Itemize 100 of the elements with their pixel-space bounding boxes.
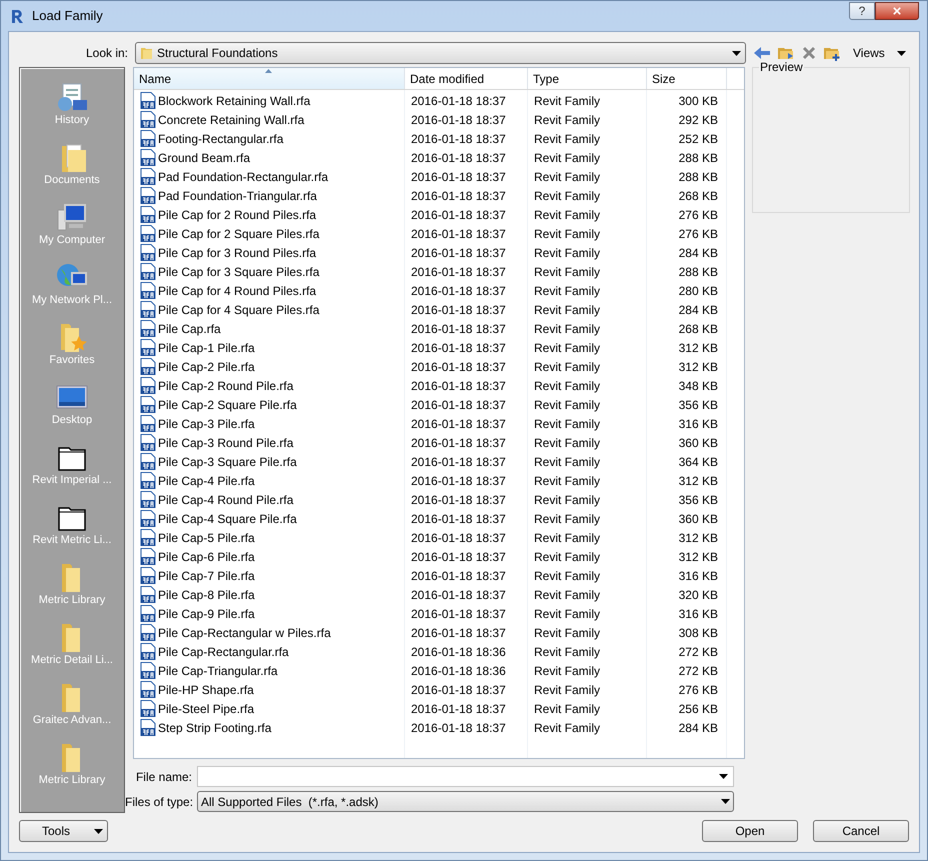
file-name-cell[interactable]: Pile Cap-1 Pile.rfa bbox=[158, 338, 255, 356]
files-of-type-dropdown[interactable]: All Supported Files (*.rfa, *.adsk) bbox=[197, 791, 734, 812]
date-cell: 2016-01-18 18:37 bbox=[411, 246, 506, 260]
type-cell: Revit Family bbox=[534, 170, 600, 184]
file-name-cell[interactable]: Footing-Rectangular.rfa bbox=[158, 130, 284, 148]
type-cell: Revit Family bbox=[534, 474, 600, 488]
file-name-cell[interactable]: Pile Cap-Triangular.rfa bbox=[158, 662, 278, 680]
file-name-cell[interactable]: Pile Cap for 2 Square Piles.rfa bbox=[158, 224, 320, 242]
date-cell: 2016-01-18 18:37 bbox=[411, 284, 506, 298]
column-header[interactable]: Name bbox=[134, 68, 405, 89]
type-cell: Revit Family bbox=[534, 302, 600, 316]
date-cell: 2016-01-18 18:37 bbox=[411, 264, 506, 278]
size-cell: 316 KB bbox=[678, 606, 718, 620]
file-name-cell[interactable]: Pile Cap for 4 Round Piles.rfa bbox=[158, 282, 316, 300]
file-name-cell[interactable]: Pad Foundation-Triangular.rfa bbox=[158, 186, 317, 204]
delete-icon bbox=[801, 45, 817, 61]
caret-icon bbox=[896, 50, 906, 56]
files-of-type-label: Files of type: bbox=[125, 794, 194, 810]
type-cell: Revit Family bbox=[534, 340, 600, 354]
file-name-cell[interactable]: Concrete Retaining Wall.rfa bbox=[158, 110, 304, 128]
file-name-cell[interactable]: Pile Cap for 2 Round Piles.rfa bbox=[158, 206, 316, 224]
file-name-cell[interactable]: Pile Cap-3 Square Pile.rfa bbox=[158, 452, 297, 470]
rfa-file-icon bbox=[140, 681, 156, 698]
date-cell: 2016-01-18 18:37 bbox=[411, 682, 506, 696]
file-name-cell[interactable]: Pile Cap-2 Round Pile.rfa bbox=[158, 376, 294, 394]
date-cell: 2016-01-18 18:37 bbox=[411, 188, 506, 202]
file-name-cell[interactable]: Pile Cap-8 Pile.rfa bbox=[158, 586, 255, 604]
date-cell: 2016-01-18 18:37 bbox=[411, 550, 506, 564]
type-cell: Revit Family bbox=[534, 720, 600, 734]
file-name-cell[interactable]: Step Strip Footing.rfa bbox=[158, 718, 272, 736]
rfa-file-icon bbox=[140, 453, 156, 470]
file-name-cell[interactable]: Pile Cap-2 Pile.rfa bbox=[158, 358, 255, 376]
type-cell: Revit Family bbox=[534, 550, 600, 564]
type-cell: Revit Family bbox=[534, 664, 600, 678]
file-name-cell[interactable]: Pad Foundation-Rectangular.rfa bbox=[158, 168, 328, 186]
type-cell: Revit Family bbox=[534, 188, 600, 202]
date-cell: 2016-01-18 18:37 bbox=[411, 606, 506, 620]
file-name-cell[interactable]: Blockwork Retaining Wall.rfa bbox=[158, 92, 310, 110]
date-cell: 2016-01-18 18:37 bbox=[411, 322, 506, 336]
rfa-file-icon bbox=[140, 586, 156, 603]
size-cell: 272 KB bbox=[678, 664, 718, 678]
file-name-cell[interactable]: Pile Cap-2 Square Pile.rfa bbox=[158, 396, 297, 414]
date-cell: 2016-01-18 18:37 bbox=[411, 226, 506, 240]
date-cell: 2016-01-18 18:36 bbox=[411, 644, 506, 658]
file-name-cell[interactable]: Pile-HP Shape.rfa bbox=[158, 680, 254, 698]
file-name-cell[interactable]: Pile Cap-4 Square Pile.rfa bbox=[158, 510, 297, 528]
size-cell: 288 KB bbox=[678, 150, 718, 164]
look-in-dropdown[interactable]: Structural Foundations bbox=[135, 42, 746, 64]
file-name-field[interactable] bbox=[197, 766, 734, 787]
rfa-file-icon bbox=[140, 187, 156, 204]
size-cell: 312 KB bbox=[678, 360, 718, 374]
file-name-cell[interactable]: Pile Cap-3 Pile.rfa bbox=[158, 414, 255, 432]
file-name-cell[interactable]: Pile-Steel Pipe.rfa bbox=[158, 700, 254, 718]
file-name-cell[interactable]: Pile Cap-Rectangular.rfa bbox=[158, 642, 289, 660]
type-cell: Revit Family bbox=[534, 226, 600, 240]
open-button[interactable]: Open bbox=[702, 820, 798, 842]
date-cell: 2016-01-18 18:37 bbox=[411, 398, 506, 412]
date-cell: 2016-01-18 18:37 bbox=[411, 170, 506, 184]
rfa-file-icon bbox=[140, 491, 156, 508]
caret-icon bbox=[721, 799, 730, 804]
file-name-cell[interactable]: Pile Cap for 3 Square Piles.rfa bbox=[158, 262, 320, 280]
rfa-file-icon bbox=[140, 263, 156, 280]
file-name-cell[interactable]: Pile Cap-5 Pile.rfa bbox=[158, 528, 255, 546]
size-cell: 292 KB bbox=[678, 112, 718, 126]
size-cell: 320 KB bbox=[678, 588, 718, 602]
folder-icon bbox=[140, 46, 153, 60]
type-cell: Revit Family bbox=[534, 112, 600, 126]
date-cell: 2016-01-18 18:37 bbox=[411, 454, 506, 468]
views-button[interactable]: Views bbox=[851, 44, 908, 62]
file-name-cell[interactable]: Pile Cap for 3 Round Piles.rfa bbox=[158, 244, 316, 262]
file-name-cell[interactable]: Pile Cap-7 Pile.rfa bbox=[158, 566, 255, 584]
cancel-button[interactable]: Cancel bbox=[813, 820, 909, 842]
tools-button[interactable]: Tools bbox=[19, 820, 108, 842]
caret-icon bbox=[94, 828, 103, 834]
type-cell: Revit Family bbox=[534, 644, 600, 658]
date-cell: 2016-01-18 18:37 bbox=[411, 360, 506, 374]
file-name-cell[interactable]: Pile Cap-9 Pile.rfa bbox=[158, 604, 255, 622]
rfa-file-icon bbox=[140, 339, 156, 356]
file-name-cell[interactable]: Pile Cap-6 Pile.rfa bbox=[158, 548, 255, 566]
size-cell: 272 KB bbox=[678, 644, 718, 658]
size-cell: 252 KB bbox=[678, 132, 718, 146]
date-cell: 2016-01-18 18:37 bbox=[411, 150, 506, 164]
rfa-file-icon bbox=[140, 377, 156, 394]
file-name-cell[interactable]: Pile Cap-Rectangular w Piles.rfa bbox=[158, 624, 331, 642]
file-name-cell[interactable]: Pile Cap.rfa bbox=[158, 320, 221, 338]
size-cell: 276 KB bbox=[678, 226, 718, 240]
type-cell: Revit Family bbox=[534, 132, 600, 146]
file-name-cell[interactable]: Pile Cap-3 Round Pile.rfa bbox=[158, 434, 294, 452]
back-arrow-icon bbox=[753, 45, 771, 61]
help-button[interactable]: ? bbox=[849, 2, 875, 20]
file-name-cell[interactable]: Ground Beam.rfa bbox=[158, 148, 250, 166]
file-name-cell[interactable]: Pile Cap for 4 Square Piles.rfa bbox=[158, 300, 320, 318]
size-cell: 356 KB bbox=[678, 492, 718, 506]
type-cell: Revit Family bbox=[534, 416, 600, 430]
rfa-file-icon bbox=[140, 396, 156, 413]
type-cell: Revit Family bbox=[534, 150, 600, 164]
size-cell: 284 KB bbox=[678, 302, 718, 316]
size-cell: 288 KB bbox=[678, 264, 718, 278]
file-name-cell[interactable]: Pile Cap-4 Round Pile.rfa bbox=[158, 490, 294, 508]
file-name-cell[interactable]: Pile Cap-4 Pile.rfa bbox=[158, 472, 255, 490]
